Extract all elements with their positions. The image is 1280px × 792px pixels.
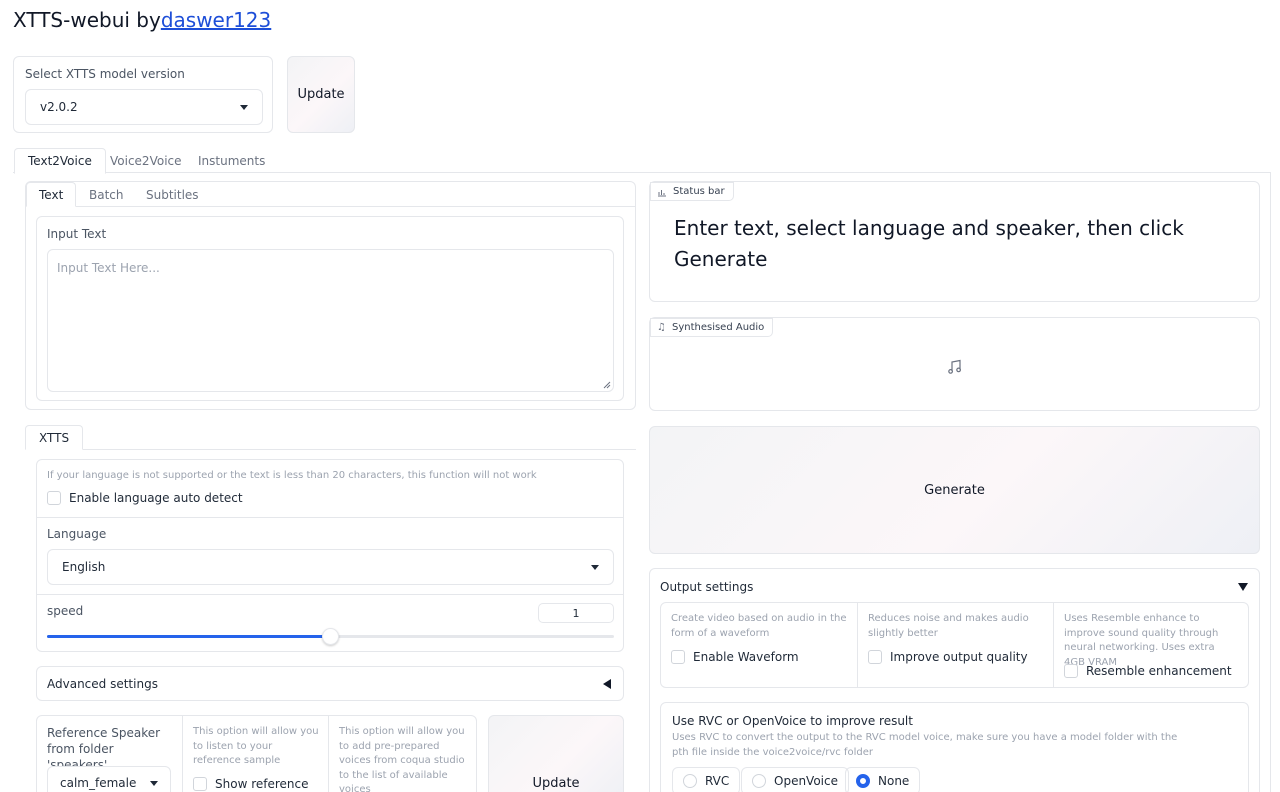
show-reference-checkbox[interactable]: Show reference [193, 777, 309, 791]
status-text: Enter text, select language and speaker,… [674, 216, 1184, 271]
output-divider-2 [1053, 603, 1054, 687]
chevron-down-icon [591, 564, 599, 570]
radio-none-dot[interactable] [856, 774, 870, 788]
music-note-icon [948, 359, 962, 374]
main-tab-content-border [1270, 172, 1271, 792]
model-version-select[interactable]: v2.0.2 [25, 89, 263, 125]
resemble-checkbox[interactable]: Resemble enhancement [1064, 664, 1232, 678]
status-bar-chip: Status bar [650, 182, 734, 201]
language-divider [37, 517, 623, 518]
improve-quality-box[interactable] [868, 650, 882, 664]
output-options-group: Create video based on audio in the form … [660, 602, 1249, 688]
improve-quality-hint: Reduces noise and makes audio slightly b… [868, 613, 1029, 639]
language-panel: If your language is not supported or the… [36, 459, 624, 652]
synthesised-audio-chip: ♫ Synthesised Audio [650, 318, 774, 337]
model-version-value: v2.0.2 [40, 100, 78, 114]
output-divider-1 [857, 603, 858, 687]
status-bar-panel: Status bar Enter text, select language a… [649, 181, 1260, 302]
resize-handle-icon[interactable] [603, 381, 611, 389]
radio-none[interactable]: None [845, 767, 921, 792]
waveform-hint: Create video based on audio in the form … [671, 613, 847, 639]
show-reference-hint: This option will allow you to listen to … [193, 726, 319, 766]
chevron-down-icon [240, 104, 248, 110]
chart-icon [658, 189, 666, 196]
input-tab-bar-line [25, 206, 636, 207]
radio-openvoice[interactable]: OpenVoice [741, 767, 849, 792]
auto-detect-box[interactable] [47, 491, 61, 505]
title-prefix: XTTS-webui by [13, 8, 161, 32]
model-version-label: Select XTTS model version [25, 67, 185, 81]
tab-xtts[interactable]: XTTS [25, 425, 84, 450]
speed-value: 1 [572, 606, 580, 620]
radio-rvc-label: RVC [705, 774, 730, 788]
advanced-settings-label: Advanced settings [47, 676, 158, 691]
input-text-label: Input Text [47, 227, 107, 241]
resemble-label: Resemble enhancement [1086, 664, 1232, 678]
language-label: Language [47, 527, 107, 541]
reference-divider-1 [182, 716, 183, 792]
show-reference-box[interactable] [193, 777, 207, 791]
model-update-button[interactable]: Update [287, 56, 355, 133]
input-text-placeholder: Input Text Here... [57, 261, 160, 275]
rvc-title: Use RVC or OpenVoice to improve result [672, 714, 913, 728]
auto-detect-hint: If your language is not supported or the… [47, 470, 537, 481]
resemble-box[interactable] [1064, 664, 1078, 678]
speed-slider[interactable] [47, 628, 614, 645]
generate-button[interactable]: Generate [649, 426, 1260, 554]
radio-none-label: None [878, 774, 910, 788]
language-select[interactable]: English [47, 549, 614, 585]
reference-update-button[interactable]: Update [488, 715, 624, 792]
auto-detect-label: Enable language auto detect [69, 491, 243, 505]
output-settings-panel: Output settings Create video based on au… [649, 568, 1260, 792]
chevron-down-icon [150, 780, 158, 786]
auto-detect-checkbox[interactable]: Enable language auto detect [47, 491, 243, 505]
xtts-tab-bar-line [25, 449, 636, 450]
input-text-panel: Input Text Input Text Here... [36, 216, 624, 401]
tab-instuments[interactable]: Instuments [198, 154, 265, 168]
output-settings-title: Output settings [660, 580, 754, 594]
tab-subtitles[interactable]: Subtitles [146, 188, 199, 202]
speed-divider [37, 594, 623, 595]
reference-update-label: Update [532, 776, 580, 791]
waveform-checkbox[interactable]: Enable Waveform [671, 650, 799, 664]
input-text-area[interactable]: Input Text Here... [47, 249, 614, 392]
tab-batch[interactable]: Batch [89, 188, 124, 202]
speed-slider-thumb[interactable] [322, 628, 339, 645]
waveform-label: Enable Waveform [693, 650, 799, 664]
waveform-box[interactable] [671, 650, 685, 664]
speed-number-input[interactable]: 1 [538, 603, 614, 623]
reference-divider-2 [328, 716, 329, 792]
synthesised-audio-chip-label: Synthesised Audio [671, 322, 765, 333]
author-link[interactable]: daswer123 [161, 8, 271, 32]
coqui-voices-hint: This option will allow you to add pre-pr… [339, 726, 465, 792]
synthesised-audio-panel: ♫ Synthesised Audio [649, 317, 1260, 411]
status-bar-chip-label: Status bar [673, 186, 725, 197]
improve-quality-label: Improve output quality [890, 650, 1028, 664]
improve-quality-checkbox[interactable]: Improve output quality [868, 650, 1028, 664]
speed-label: speed [47, 604, 84, 618]
tab-text2voice[interactable]: Text2Voice [14, 148, 106, 174]
show-reference-label: Show reference [215, 777, 309, 791]
tab-text[interactable]: Text [26, 182, 77, 207]
language-value: English [62, 560, 106, 574]
reference-speaker-value: calm_female [60, 776, 137, 790]
reference-speaker-select[interactable]: calm_female [47, 766, 171, 792]
tab-voice2voice[interactable]: Voice2Voice [110, 154, 182, 168]
resemble-hint: Uses Resemble enhance to improve sound q… [1064, 613, 1219, 668]
rvc-hint: Uses RVC to convert the output to the RV… [672, 732, 1178, 758]
radio-rvc[interactable]: RVC [672, 767, 741, 792]
music-note-icon: ♫ [657, 322, 666, 333]
radio-rvc-dot[interactable] [683, 774, 697, 788]
speed-slider-fill [47, 635, 331, 638]
advanced-settings-accordion[interactable]: Advanced settings [36, 666, 624, 701]
rvc-group: Use RVC or OpenVoice to improve result U… [660, 702, 1249, 792]
caret-left-icon [603, 678, 611, 689]
caret-down-icon[interactable] [1238, 583, 1248, 591]
page-title: XTTS-webui bydaswer123 [13, 8, 271, 32]
main-tab-bar-line [13, 172, 1270, 173]
radio-openvoice-dot[interactable] [752, 774, 766, 788]
radio-openvoice-label: OpenVoice [774, 774, 838, 788]
model-version-panel: Select XTTS model version v2.0.2 [13, 56, 273, 133]
reference-speaker-panel: Reference Speaker from folder 'speakers'… [36, 715, 477, 792]
